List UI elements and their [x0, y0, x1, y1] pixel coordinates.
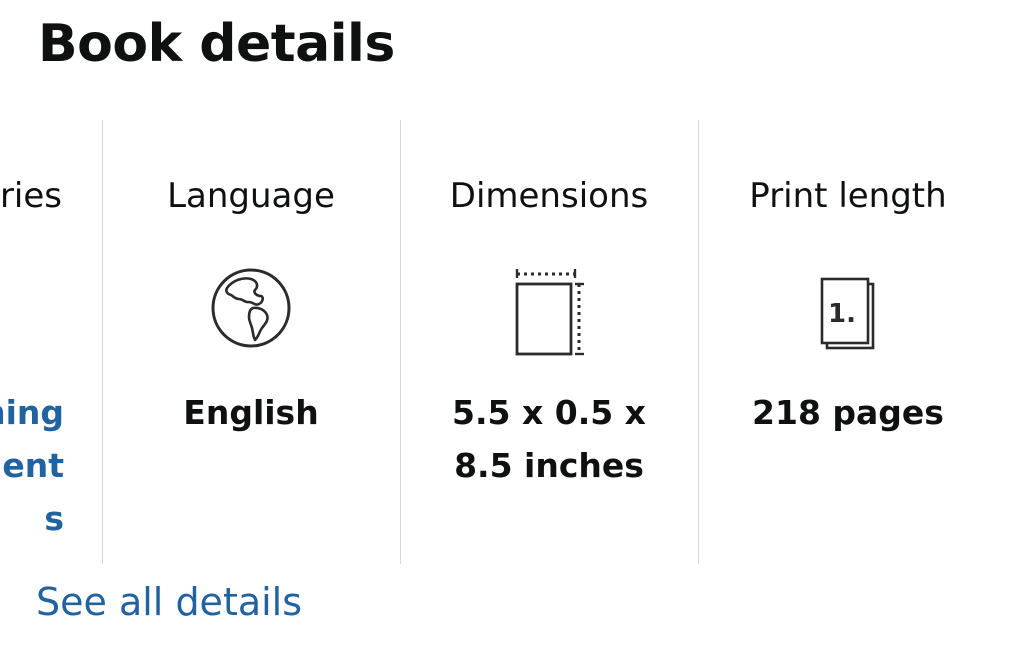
- detail-column-dimensions: Dimensions 5.5 x 0.5 x 8.5 inches: [400, 120, 698, 564]
- see-all-details-link[interactable]: See all details: [36, 580, 302, 624]
- series-label: ries: [0, 176, 62, 216]
- dimensions-value: 5.5 x 0.5 x 8.5 inches: [452, 393, 646, 485]
- print-length-value: 218 pages: [752, 393, 944, 432]
- globe-icon: [209, 266, 293, 350]
- detail-column-language: Language English: [102, 120, 400, 564]
- series-link[interactable]: ning ment s: [0, 386, 64, 545]
- pages-icon: 1.: [818, 276, 878, 352]
- print-length-label: Print length: [749, 176, 947, 216]
- detail-column-series: ries ning ment s: [0, 120, 102, 564]
- dimensions-icon: [511, 266, 587, 356]
- svg-text:1.: 1.: [828, 299, 856, 329]
- language-value: English: [183, 393, 319, 432]
- language-label: Language: [167, 176, 335, 216]
- section-title: Book details: [38, 14, 395, 74]
- dimensions-label: Dimensions: [449, 176, 649, 216]
- detail-column-print-length: Print length 1. 218 pages: [698, 120, 998, 564]
- details-carousel: ries ning ment s Language English Dimens…: [0, 120, 1024, 564]
